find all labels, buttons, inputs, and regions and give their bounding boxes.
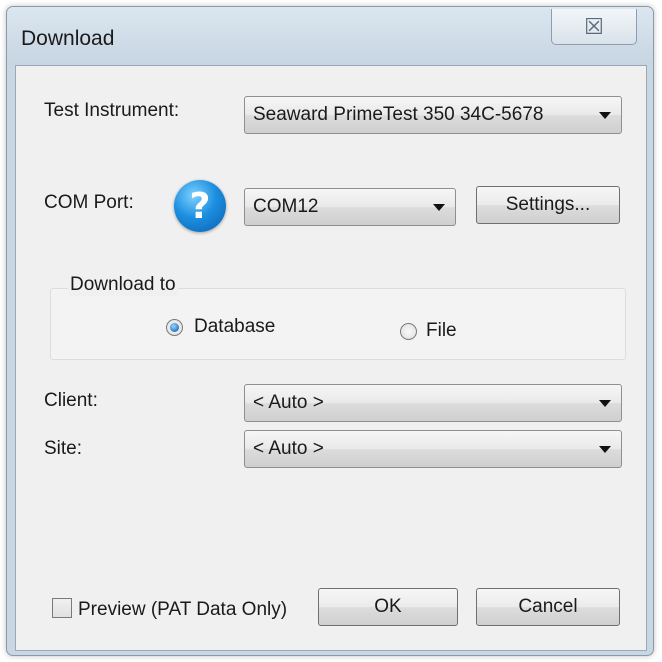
test-instrument-dropdown[interactable]: Seaward PrimeTest 350 34C-5678 — [244, 96, 622, 134]
radio-file-label[interactable]: File — [426, 320, 457, 342]
chevron-down-icon — [599, 111, 611, 119]
close-icon: ☒ — [584, 13, 604, 39]
download-to-title: Download to — [68, 274, 178, 296]
help-icon[interactable]: ? — [174, 180, 226, 232]
close-button[interactable]: ☒ — [551, 9, 637, 45]
download-dialog: Download ☒ Test Instrument: Seaward Prim… — [6, 6, 654, 656]
preview-label[interactable]: Preview (PAT Data Only) — [78, 599, 287, 621]
client-dropdown[interactable]: < Auto > — [244, 384, 622, 422]
site-label: Site: — [44, 438, 83, 459]
chevron-down-icon — [599, 445, 611, 453]
site-dropdown[interactable]: < Auto > — [244, 430, 622, 468]
title-bar[interactable]: Download ☒ — [7, 7, 653, 65]
help-glyph: ? — [189, 185, 211, 227]
ok-button[interactable]: OK — [318, 588, 458, 626]
radio-database-button[interactable] — [166, 319, 183, 336]
download-to-group — [50, 288, 626, 360]
client-label: Client: — [44, 390, 98, 411]
radio-database-label[interactable]: Database — [194, 316, 275, 338]
radio-file-button[interactable] — [400, 323, 417, 340]
settings-button[interactable]: Settings... — [476, 186, 620, 224]
chevron-down-icon — [433, 203, 445, 211]
preview-checkbox[interactable] — [52, 598, 72, 618]
test-instrument-value: Seaward PrimeTest 350 34C-5678 — [253, 104, 544, 125]
site-value: < Auto > — [253, 438, 324, 459]
dialog-body: Test Instrument: Seaward PrimeTest 350 3… — [15, 65, 647, 651]
client-value: < Auto > — [253, 392, 324, 413]
cancel-button[interactable]: Cancel — [476, 588, 620, 626]
com-port-dropdown[interactable]: COM12 — [244, 188, 456, 226]
test-instrument-label: Test Instrument: — [44, 100, 180, 121]
com-port-label: COM Port: — [44, 192, 134, 213]
com-port-value: COM12 — [253, 196, 319, 217]
window-title: Download — [21, 27, 115, 50]
chevron-down-icon — [599, 399, 611, 407]
